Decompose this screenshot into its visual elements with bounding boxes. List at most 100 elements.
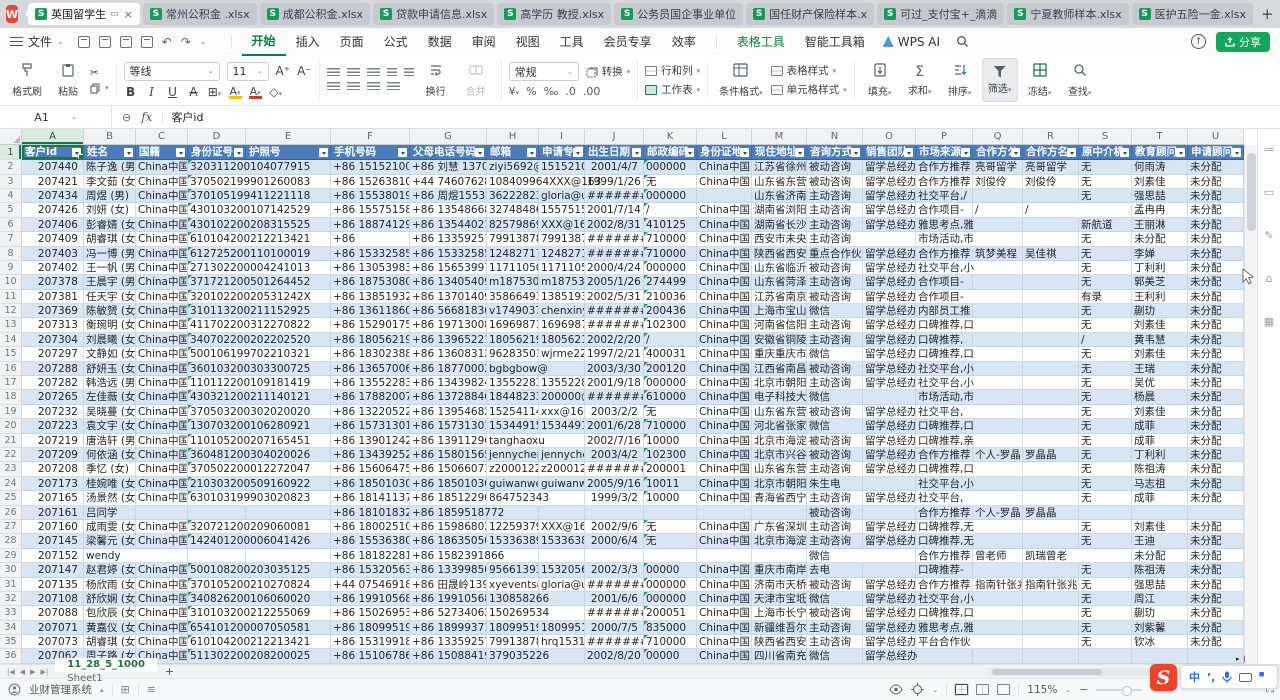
- font-size-select[interactable]: 11⌄: [227, 62, 269, 81]
- cell-L36[interactable]: China中国: [697, 649, 752, 663]
- cell-A17[interactable]: 207282: [22, 376, 84, 390]
- filter-dropdown-icon[interactable]: [234, 148, 243, 157]
- header-cell[interactable]: 邮政编码: [644, 145, 697, 160]
- cell-L9[interactable]: China中国: [697, 261, 752, 275]
- file-tab[interactable]: S宁夏教师样本.xlsx: [1007, 3, 1128, 25]
- cell-K7[interactable]: 710000: [644, 232, 697, 246]
- column-header-Q[interactable]: Q: [973, 129, 1023, 145]
- row-header-13[interactable]: 13: [0, 318, 22, 332]
- menu-tab-3[interactable]: 公式: [374, 28, 418, 55]
- header-cell[interactable]: 合作方名: [1023, 145, 1079, 160]
- cell-S35[interactable]: 无: [1079, 635, 1132, 649]
- cell-P26[interactable]: 合作方推荐: [916, 506, 973, 520]
- cell-I20[interactable]: 153449155: [539, 419, 585, 433]
- cell-K17[interactable]: 000000: [644, 376, 697, 390]
- cell-P35[interactable]: 平台合作伙: [916, 635, 973, 649]
- cell-R20[interactable]: [1023, 419, 1079, 433]
- cell-R6[interactable]: [1023, 218, 1079, 232]
- cell-L27[interactable]: China中国: [697, 520, 752, 534]
- cell-G35[interactable]: +86 1335925706: [410, 635, 487, 649]
- cell-T3[interactable]: 刘素佳: [1132, 175, 1188, 189]
- cell-I30[interactable]: 153205639: [539, 563, 585, 577]
- cell-Q28[interactable]: [973, 534, 1023, 548]
- cell-O15[interactable]: 留学总经办: [863, 347, 916, 361]
- cell-A6[interactable]: 207406: [22, 218, 84, 232]
- cell-N17[interactable]: 主动咨询: [807, 376, 863, 390]
- row-header-35[interactable]: 35: [0, 635, 22, 649]
- cell-H28[interactable]: 153363896: [487, 534, 539, 548]
- cell-Q14[interactable]: [973, 333, 1023, 347]
- align-left-icon[interactable]: [327, 82, 340, 92]
- cell-M18[interactable]: 电子科技大: [752, 390, 807, 404]
- cell-A5[interactable]: 207426: [22, 203, 84, 217]
- cell-H9[interactable]: 117110505: [487, 261, 539, 275]
- column-header-I[interactable]: I: [539, 129, 585, 145]
- cell-D30[interactable]: 500108200203035125: [188, 563, 246, 577]
- cell-B33[interactable]: 包欣辰 (女: [84, 606, 136, 620]
- cell-K20[interactable]: 710000: [644, 419, 697, 433]
- cell-B26[interactable]: 吕同学: [84, 506, 136, 520]
- cell-D14[interactable]: 340702200202202520: [188, 333, 246, 347]
- column-header-A[interactable]: A: [22, 129, 84, 145]
- cell-M11[interactable]: 江苏省南京: [752, 290, 807, 304]
- cell-G19[interactable]: +86 1395468251: [410, 405, 487, 419]
- cell-P28[interactable]: 口碑推荐,无: [916, 534, 973, 548]
- row-header-24[interactable]: 24: [0, 477, 22, 491]
- cell-O23[interactable]: 留学总经办: [863, 462, 916, 476]
- cell-G26[interactable]: +86 1859518772: [410, 506, 487, 520]
- filter-dropdown-icon[interactable]: [1011, 148, 1020, 157]
- cell-N11[interactable]: 被动咨询: [807, 290, 863, 304]
- cell-H8[interactable]: 124827175: [487, 247, 539, 261]
- cell-J31[interactable]: ########: [585, 578, 644, 592]
- cell-K32[interactable]: 000000: [644, 592, 697, 606]
- cell-T24[interactable]: 马志祖: [1132, 477, 1188, 491]
- cell-Q33[interactable]: [973, 606, 1023, 620]
- cell-D17[interactable]: 110112200109181419: [188, 376, 246, 390]
- cell-R8[interactable]: 吴佳祺: [1023, 247, 1079, 261]
- cell-K28[interactable]: 无: [644, 534, 697, 548]
- cell-G4[interactable]: +86 周煜155380: [410, 189, 487, 203]
- convert-button[interactable]: 转换▾: [586, 64, 631, 79]
- cell-C10[interactable]: China中国: [136, 275, 188, 289]
- cell-T33[interactable]: 蒯玏: [1132, 606, 1188, 620]
- cell-A23[interactable]: 207208: [22, 462, 84, 476]
- cell-S11[interactable]: 有录: [1079, 290, 1132, 304]
- cell-D11[interactable]: 32010220020531242X: [188, 290, 246, 304]
- cell-U16[interactable]: 未分配: [1188, 362, 1244, 376]
- cell-N19[interactable]: 被动咨询: [807, 405, 863, 419]
- cell-D16[interactable]: 360103200303300725: [188, 362, 246, 376]
- cut-button[interactable]: ✂: [90, 67, 109, 79]
- cell-P6[interactable]: 雅思考点,雅: [916, 218, 973, 232]
- cell-K21[interactable]: 10000: [644, 434, 697, 448]
- header-cell[interactable]: 申请顾问: [1188, 145, 1244, 160]
- filter-dropdown-icon[interactable]: [961, 148, 970, 157]
- cell-H14[interactable]: 180562199: [487, 333, 539, 347]
- cell-D36[interactable]: 511302200208200025: [188, 649, 246, 663]
- cell-N28[interactable]: 主动咨询: [807, 534, 863, 548]
- cell-T25[interactable]: 成菲: [1132, 491, 1188, 505]
- cell-A25[interactable]: 207165: [22, 491, 84, 505]
- cell-G10[interactable]: +86 1340540988: [410, 275, 487, 289]
- cell-P29[interactable]: 合作方推荐: [916, 549, 973, 563]
- cell-T17[interactable]: 吴优: [1132, 376, 1188, 390]
- cell-F21[interactable]: +86 13901242: [331, 434, 410, 448]
- cell-D15[interactable]: 500106199702210321: [188, 347, 246, 361]
- cell-P2[interactable]: 合作方推荐: [916, 160, 973, 174]
- cell-Q9[interactable]: [973, 261, 1023, 275]
- cell-N36[interactable]: 微信: [807, 649, 863, 663]
- cell-T18[interactable]: 杨晨: [1132, 390, 1188, 404]
- row-header-2[interactable]: 2: [0, 160, 22, 174]
- cell-H5[interactable]: 327484864: [487, 203, 539, 217]
- cell-K11[interactable]: 210036: [644, 290, 697, 304]
- chevron-down-icon[interactable]: ⌄: [932, 686, 938, 694]
- cell-N5[interactable]: 主动咨询: [807, 203, 863, 217]
- cell-Q25[interactable]: [973, 491, 1023, 505]
- cell-M7[interactable]: 西安市未央: [752, 232, 807, 246]
- cell-Q31[interactable]: 指南针张兆: [973, 578, 1023, 592]
- filter-dropdown-icon[interactable]: [124, 148, 133, 157]
- cell-U15[interactable]: 未分配: [1188, 347, 1244, 361]
- cell-I23[interactable]: z20001227: [539, 462, 585, 476]
- cell-M2[interactable]: 江苏省徐州: [752, 160, 807, 174]
- cell-A32[interactable]: 207108: [22, 592, 84, 606]
- cell-J22[interactable]: 2003/4/2: [585, 448, 644, 462]
